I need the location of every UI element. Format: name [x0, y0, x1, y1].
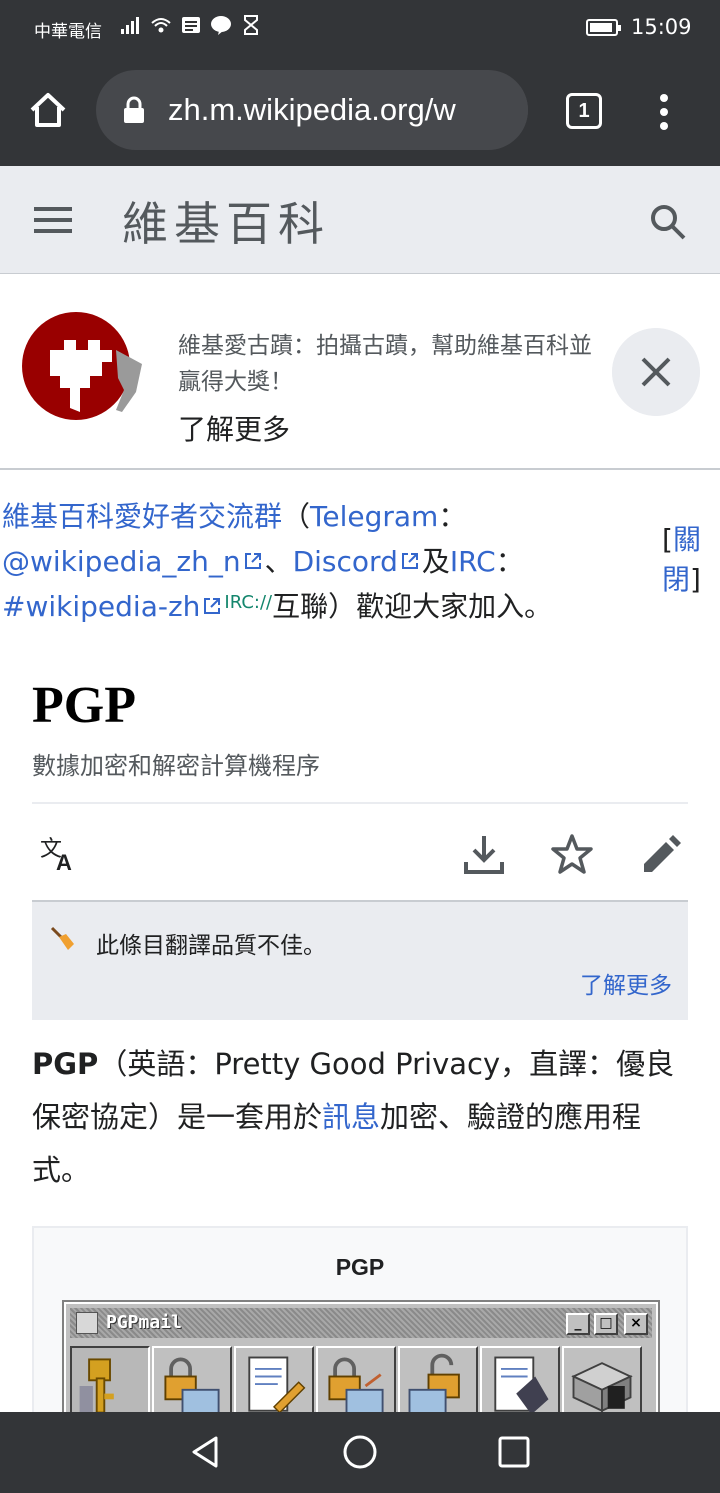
home-icon[interactable] — [26, 88, 70, 132]
carrier-name: 中華電信 — [34, 22, 102, 42]
external-link-icon — [244, 553, 261, 569]
hamburger-menu-icon[interactable] — [34, 204, 72, 236]
maximize-icon: □ — [594, 1313, 618, 1335]
telegram-handle-link[interactable]: @wikipedia_zh_n — [2, 545, 241, 578]
battery-icon — [586, 19, 621, 36]
notice-text: ： — [495, 545, 524, 578]
line-icon — [211, 16, 231, 35]
address-bar[interactable]: zh.m.wikipedia.org/w — [96, 70, 528, 150]
community-group-link[interactable]: 維基百科愛好者交流群 — [2, 500, 282, 533]
site-notice: 維基百科愛好者交流群（Telegram： @wikipedia_zh_n 、Disc… — [2, 494, 652, 629]
page-actions: 文 A — [32, 804, 688, 902]
irc-protocol-label: IRC:// — [224, 592, 273, 613]
infobox-title: PGP — [335, 1254, 385, 1280]
lock-icon — [124, 96, 144, 123]
broom-icon — [50, 926, 74, 950]
message-link[interactable]: 訊息 — [322, 1100, 380, 1134]
status-bar: 中華電信 15:09 — [0, 0, 720, 56]
pgp-window-title: PGPmail — [106, 1312, 182, 1333]
irc-link[interactable]: IRC — [450, 545, 496, 578]
status-icons — [120, 14, 262, 36]
star-icon[interactable] — [550, 832, 594, 876]
search-icon[interactable] — [648, 202, 688, 242]
pgp-titlebar: PGPmail _ □ × — [70, 1308, 652, 1338]
bracket: ] — [690, 563, 701, 596]
wiki-header: 維基百科 — [0, 166, 720, 274]
pencil-icon[interactable] — [638, 832, 682, 876]
bold-term: PGP — [32, 1047, 99, 1081]
infobox: PGP PGPmail _ □ × — [32, 1226, 688, 1426]
wifi-icon — [151, 18, 171, 33]
close-window-icon: × — [624, 1313, 648, 1335]
wiki-logo[interactable]: 維基百科 — [122, 188, 330, 254]
banner-close-icon[interactable] — [612, 328, 700, 416]
irc-channel-link[interactable]: #wikipedia-zh — [2, 590, 200, 623]
central-notice-banner: 維基愛古蹟：拍攝古蹟，幫助維基百科並贏得大獎！ 了解更多 — [0, 274, 720, 470]
quality-notice[interactable]: 此條目翻譯品質不佳。 了解更多 — [32, 902, 688, 1020]
page-description: 數據加密和解密計算機程序 — [32, 752, 320, 780]
back-icon[interactable] — [186, 1432, 226, 1472]
browser-toolbar: zh.m.wikipedia.org/w 1 — [0, 56, 720, 166]
pgp-screenshot[interactable]: PGPmail _ □ × — [62, 1300, 660, 1424]
close-notice: [關閉] — [662, 520, 704, 600]
banner-learn-more-link[interactable]: 了解更多 — [178, 408, 290, 448]
external-link-icon — [401, 553, 418, 569]
svg-text:A: A — [56, 850, 72, 875]
recents-icon[interactable] — [494, 1432, 534, 1472]
wiki-loves-monuments-logo — [22, 312, 142, 420]
external-link-icon — [204, 598, 221, 614]
url-text: zh.m.wikipedia.org/w — [168, 92, 456, 127]
quality-learn-more-link[interactable]: 了解更多 — [580, 966, 672, 1000]
translate-icon[interactable]: 文 A — [38, 832, 82, 876]
clock: 15:09 — [631, 15, 692, 39]
banner-text: 維基愛古蹟：拍攝古蹟，幫助維基百科並贏得大獎！ — [178, 333, 592, 395]
telegram-link[interactable]: Telegram — [310, 500, 438, 533]
minimize-icon: _ — [566, 1313, 590, 1335]
notice-text: ： — [438, 500, 467, 533]
hourglass-icon — [244, 15, 258, 35]
discord-link[interactable]: Discord — [293, 545, 398, 578]
bracket: [ — [662, 523, 673, 556]
download-icon[interactable] — [462, 832, 506, 876]
signal-icon — [121, 17, 139, 34]
notice-text: 互聯）歡迎大家加入。 — [272, 590, 553, 623]
quality-notice-text: 此條目翻譯品質不佳。 — [96, 933, 326, 959]
pgp-app-icon — [76, 1312, 98, 1334]
overflow-menu-icon[interactable] — [654, 92, 674, 132]
tab-switcher-button[interactable]: 1 — [566, 93, 602, 129]
notice-text: （ — [282, 500, 311, 533]
news-icon — [182, 17, 200, 33]
notice-text: 及 — [421, 545, 450, 578]
page-title: PGP — [32, 677, 136, 734]
notice-text: 、 — [264, 545, 293, 578]
home-nav-icon[interactable] — [340, 1432, 380, 1472]
lead-paragraph: PGP（英語：Pretty Good Privacy，直譯：優良保密協定）是一套… — [32, 1038, 682, 1197]
system-nav-bar — [0, 1412, 720, 1493]
